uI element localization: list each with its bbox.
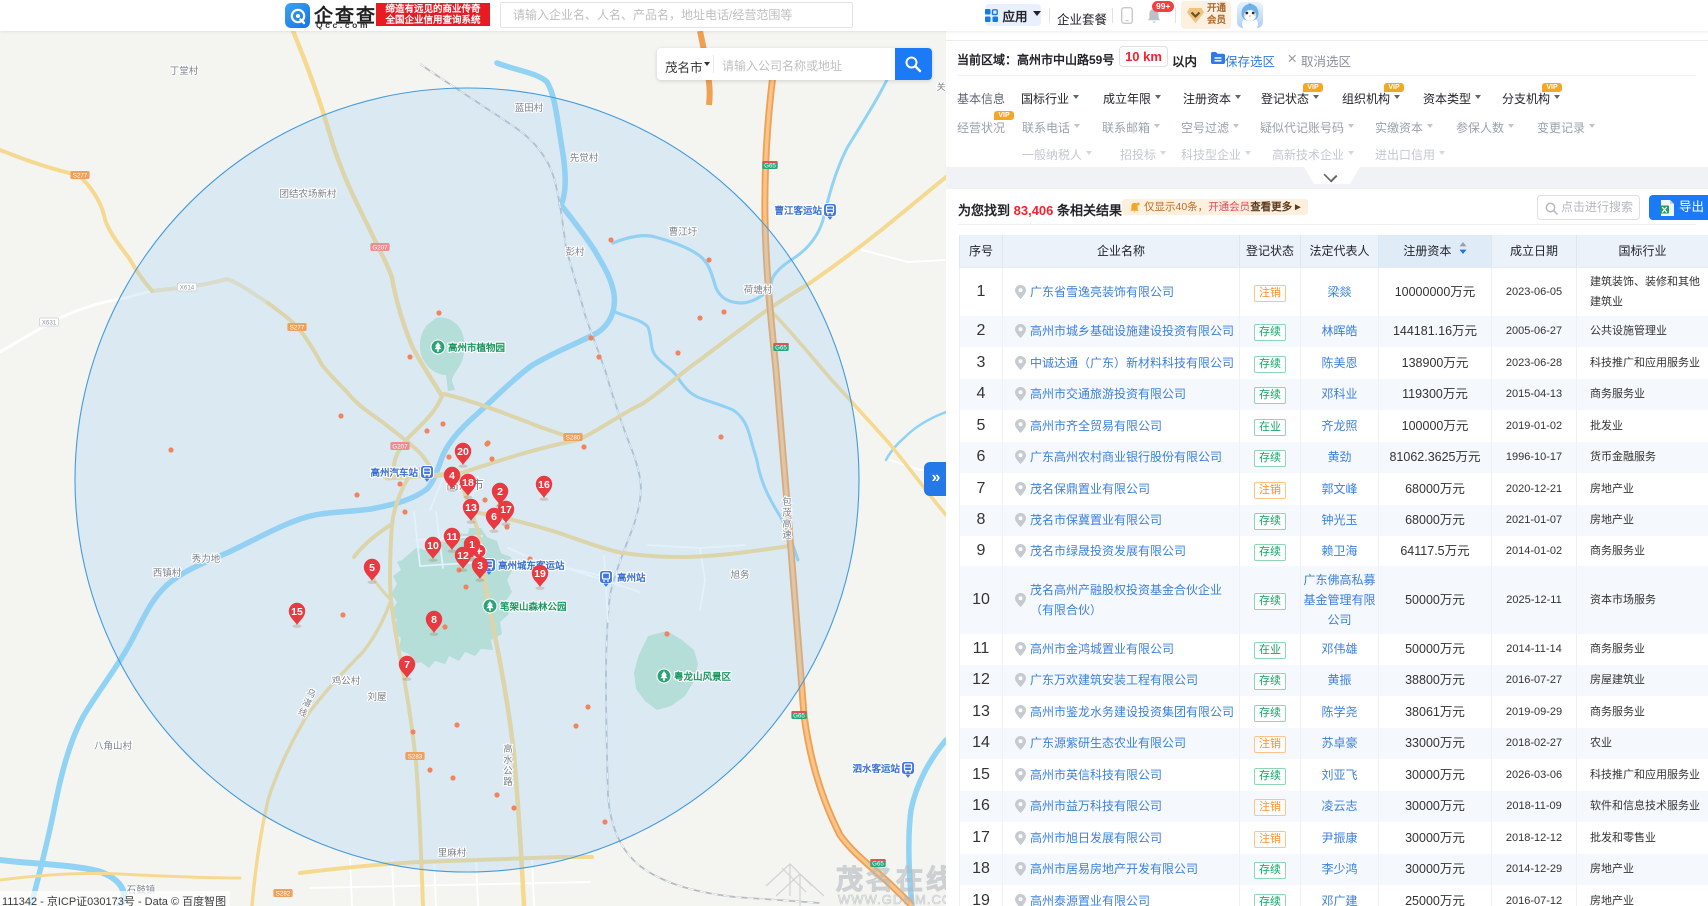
svg-text:笔架山森林公园: 笔架山森林公园	[500, 601, 567, 613]
svg-text:曹江客运站: 曹江客运站	[774, 205, 822, 217]
svg-text:X631: X631	[42, 320, 57, 327]
svg-text:曹江圩: 曹江圩	[669, 226, 698, 238]
svg-text:高州汽车站: 高州汽车站	[370, 467, 418, 479]
svg-text:刘屋: 刘屋	[367, 691, 386, 703]
svg-text:7: 7	[404, 659, 410, 671]
svg-text:S277: S277	[290, 325, 305, 332]
svg-text:S280: S280	[566, 435, 581, 442]
svg-text:水: 水	[503, 754, 513, 766]
svg-text:13: 13	[465, 502, 477, 514]
svg-text:G65: G65	[764, 163, 776, 170]
svg-text:8: 8	[431, 614, 437, 626]
svg-text:4: 4	[449, 470, 455, 482]
svg-text:10: 10	[427, 540, 439, 552]
svg-text:丁堂村: 丁堂村	[170, 65, 199, 77]
svg-text:S277: S277	[73, 173, 88, 180]
svg-text:彭村: 彭村	[565, 246, 585, 258]
svg-text:八角山村: 八角山村	[94, 740, 133, 752]
svg-text:先觉村: 先觉村	[570, 152, 599, 164]
svg-text:12: 12	[457, 550, 469, 562]
svg-text:G65: G65	[775, 345, 787, 352]
svg-text:泗水客运站: 泗水客运站	[852, 763, 900, 775]
svg-text:20: 20	[457, 446, 469, 458]
svg-text:高州城东客运站: 高州城东客运站	[498, 560, 565, 572]
svg-text:高州市植物园: 高州市植物园	[448, 342, 505, 354]
svg-text:关: 关	[936, 81, 945, 92]
svg-text:公: 公	[503, 766, 513, 777]
svg-text:6: 6	[491, 511, 497, 523]
svg-text:5: 5	[369, 562, 375, 574]
svg-text:3: 3	[477, 560, 483, 572]
svg-text:粤龙山风景区: 粤龙山风景区	[674, 671, 732, 683]
svg-text:G207: G207	[372, 245, 388, 252]
svg-text:茂名在线: 茂名在线	[836, 864, 946, 895]
svg-text:2: 2	[497, 486, 503, 498]
svg-text:团结农场新村: 团结农场新村	[279, 188, 337, 200]
svg-text:鸡公村: 鸡公村	[332, 675, 361, 687]
svg-text:秀力地: 秀力地	[192, 553, 221, 565]
svg-text:速: 速	[782, 530, 792, 541]
svg-text:G207: G207	[392, 444, 408, 451]
svg-text:18: 18	[462, 477, 474, 489]
svg-text:WWW.GDMM.COM: WWW.GDMM.COM	[838, 892, 946, 906]
svg-text:11: 11	[446, 531, 457, 543]
svg-text:X614: X614	[180, 285, 195, 292]
svg-text:S283: S283	[408, 754, 423, 761]
svg-text:路: 路	[503, 776, 513, 788]
svg-text:高州站: 高州站	[617, 572, 646, 584]
svg-text:16: 16	[538, 479, 550, 491]
svg-text:茂: 茂	[782, 507, 792, 519]
svg-text:荷塘村: 荷塘村	[744, 284, 773, 296]
svg-text:包: 包	[782, 496, 792, 508]
svg-text:G65: G65	[872, 861, 884, 868]
svg-text:蓝田村: 蓝田村	[515, 102, 544, 114]
svg-text:西镇村: 西镇村	[153, 567, 182, 579]
svg-text:高: 高	[782, 518, 792, 530]
svg-text:G65: G65	[793, 713, 805, 720]
svg-text:旭务: 旭务	[730, 569, 750, 581]
svg-text:15: 15	[291, 606, 303, 618]
svg-text:里麻村: 里麻村	[438, 847, 467, 859]
svg-text:高: 高	[503, 743, 513, 755]
svg-text:19: 19	[534, 568, 546, 580]
svg-text:1: 1	[469, 539, 475, 551]
svg-text:S282: S282	[276, 891, 291, 898]
